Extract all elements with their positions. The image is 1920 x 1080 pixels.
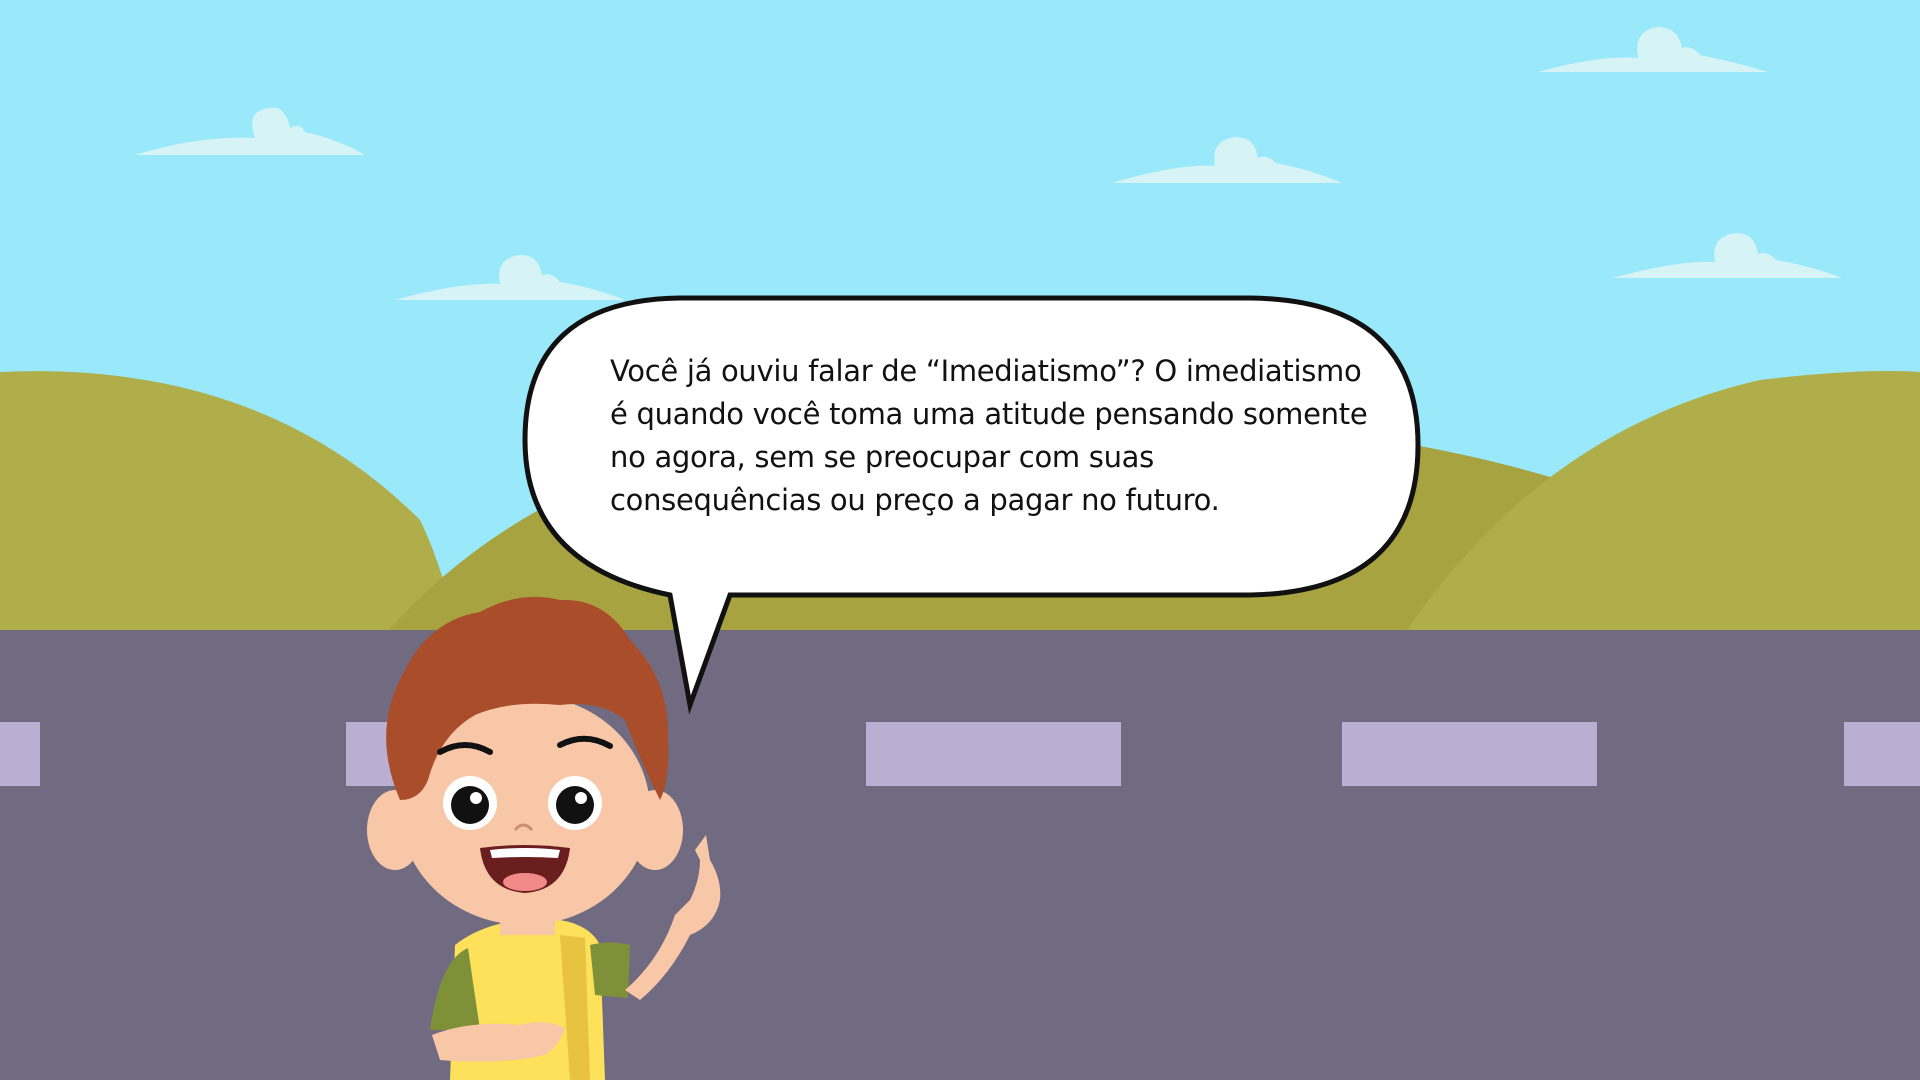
road-marking: [0, 722, 40, 786]
pupil-right: [556, 786, 594, 824]
speech-bubble-text: Você já ouviu falar de “Imediatismo”? O …: [610, 354, 1368, 517]
road-marking: [1844, 722, 1920, 786]
road-marking: [1342, 722, 1597, 786]
teeth: [490, 848, 560, 858]
eye-shine-left: [470, 792, 482, 804]
road-marking: [866, 722, 1121, 786]
eye-shine-right: [575, 792, 587, 804]
sleeve-right: [590, 942, 630, 998]
pupil-left: [451, 786, 489, 824]
cartoon-scene: [0, 0, 1920, 1080]
road: [0, 630, 1920, 1080]
tongue: [503, 873, 547, 891]
